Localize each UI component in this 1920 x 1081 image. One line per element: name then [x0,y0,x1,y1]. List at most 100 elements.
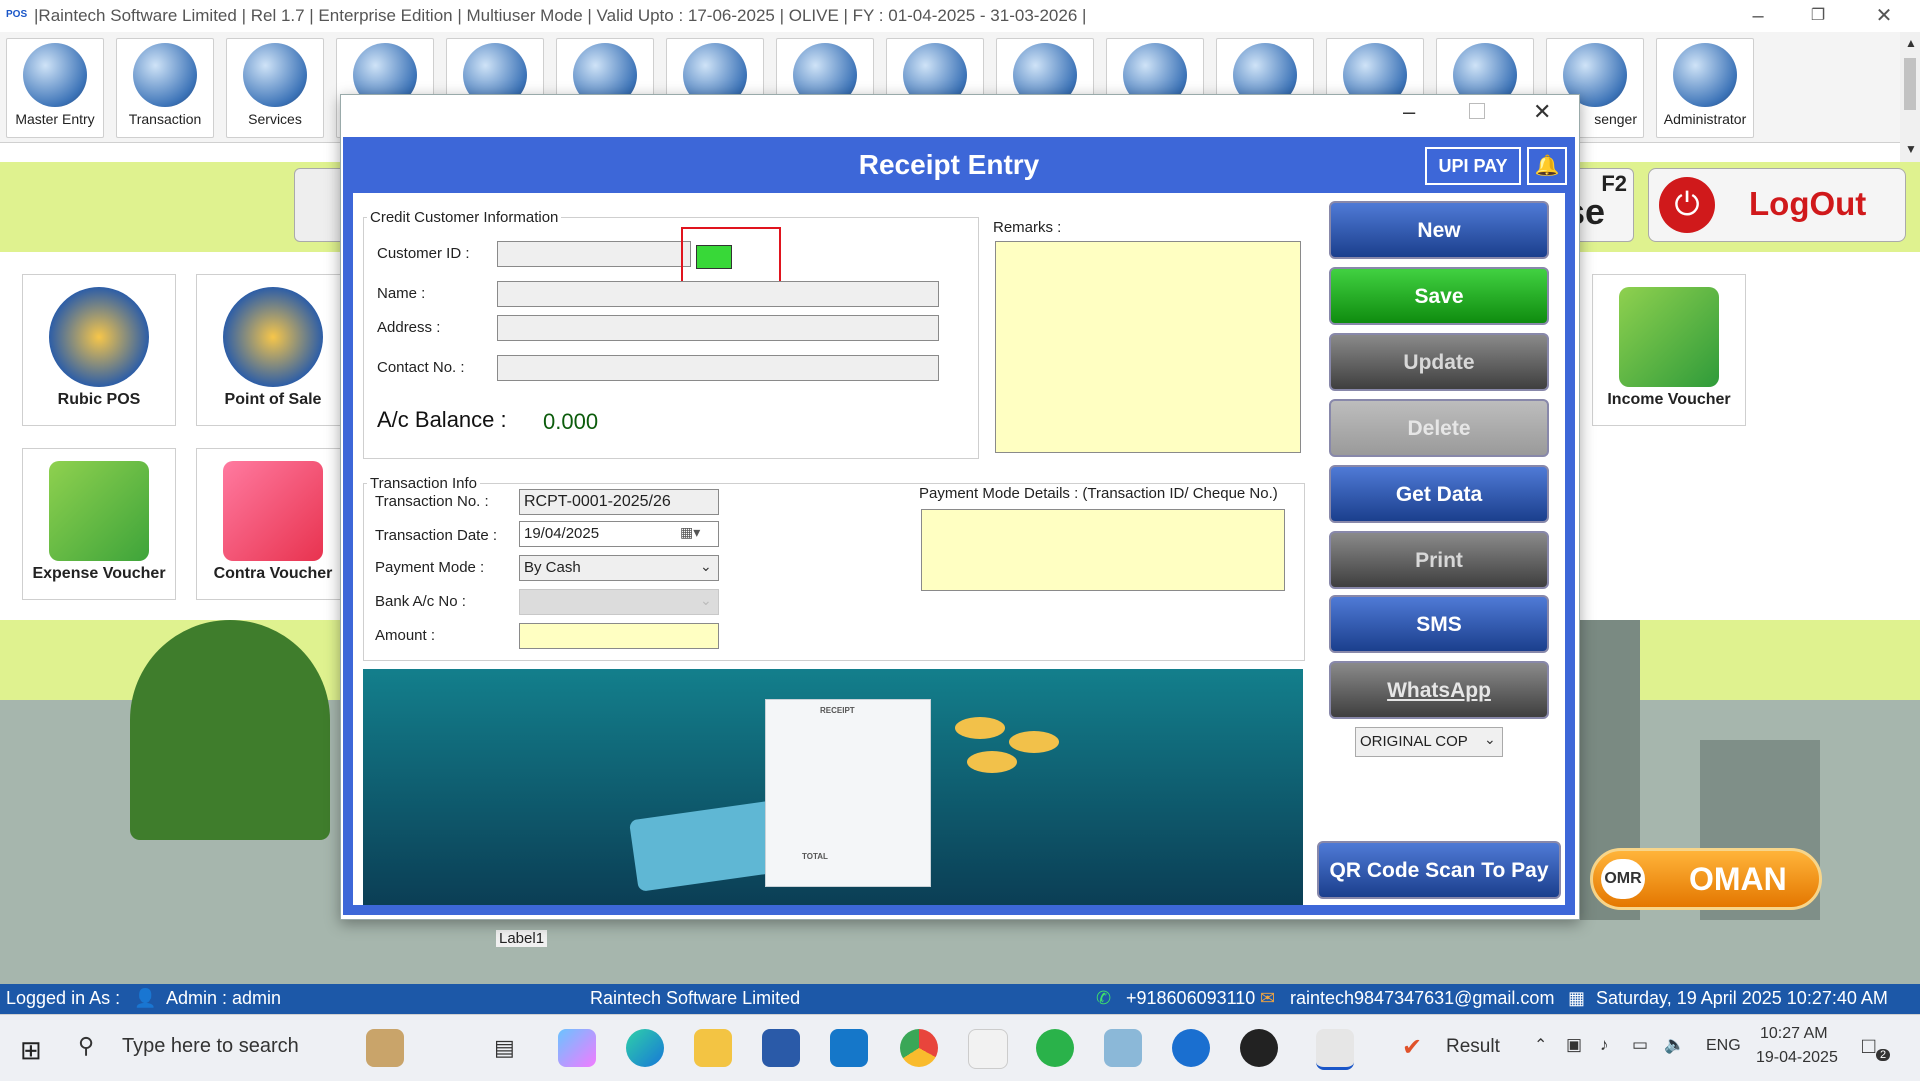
customer-id-input[interactable] [497,241,691,267]
scrollbar-thumb[interactable] [1904,58,1916,110]
chevron-up-icon[interactable]: ⌃ [1534,1035,1547,1055]
minimize-icon[interactable]: – [1736,2,1780,30]
qr-scan-pay-button[interactable]: QR Code Scan To Pay [1317,841,1561,899]
transaction-no-input[interactable]: RCPT-0001-2025/26 [519,489,719,515]
contact-email: raintech9847347631@gmail.com [1290,988,1555,1008]
toolbar-label: Master Entry [15,111,95,127]
company-name: Raintech Software Limited [590,988,801,1008]
scroll-down-icon[interactable]: ▼ [1905,142,1917,156]
logged-in-user: Admin : admin [166,988,282,1008]
toolbar-master-entry[interactable]: Master Entry [6,38,104,138]
contact-label: Contact No. : [377,359,465,376]
network-icon[interactable]: ▣ [1566,1035,1582,1055]
clock-time[interactable]: 10:27 AM [1760,1025,1828,1043]
bell-icon[interactable]: 🔔 [1527,147,1567,185]
tile-expense-voucher[interactable]: Expense Voucher [22,448,176,600]
coin-icon [967,751,1017,773]
microsoft-store-icon[interactable] [762,1029,800,1067]
volume-icon[interactable]: 🔈 [1664,1035,1685,1055]
windows-taskbar: ⊞ ⚲ Type here to search ▤ ✔ Result ⌃ ▣ ♪… [0,1014,1920,1081]
copy-type-value: ORIGINAL COP [1360,733,1468,750]
delete-button[interactable]: Delete [1329,399,1549,457]
cart-icon [49,287,149,387]
balance-label: A/c Balance : [377,407,507,432]
language-indicator[interactable]: ENG [1706,1037,1741,1055]
chrome-icon[interactable] [900,1029,938,1067]
name-input[interactable] [497,281,939,307]
taskbar-search-input[interactable]: Type here to search [122,1035,299,1058]
notepad-icon[interactable] [1104,1029,1142,1067]
ticket-icon [223,461,323,561]
discount-tag-icon [1619,287,1719,387]
label1: Label1 [496,930,548,947]
toolbar-transaction[interactable]: Transaction [116,38,214,138]
update-button[interactable]: Update [1329,333,1549,391]
dialog-minimize-icon[interactable]: – [1403,99,1415,125]
tile-label: Point of Sale [224,391,322,408]
outlook-icon[interactable] [830,1029,868,1067]
coin-icon [955,717,1005,739]
file-explorer-icon[interactable] [694,1029,732,1067]
currency-badge[interactable]: OMR OMAN [1590,848,1822,910]
new-button[interactable]: New [1329,201,1549,259]
notification-count: 2 [1876,1049,1891,1061]
tile-rubic-pos[interactable]: Rubic POS [22,274,176,426]
transaction-date-picker[interactable]: 19/04/2025 ▦▾ [519,521,719,547]
sms-button[interactable]: SMS [1329,595,1549,653]
task-view-icon[interactable]: ▤ [494,1035,515,1061]
dialog-close-icon[interactable]: ✕ [1533,99,1551,125]
windows-start-icon[interactable]: ⊞ [20,1035,42,1066]
tile-point-of-sale[interactable]: Point of Sale [196,274,350,426]
edge-browser-icon[interactable] [626,1029,664,1067]
chevron-down-icon: ⌄ [700,592,712,608]
transaction-date-label: Transaction Date : [375,527,497,544]
logout-button[interactable]: ⏻ LogOut [1648,168,1906,242]
remarks-label: Remarks : [993,219,1062,236]
microphone-icon[interactable]: ♪ [1600,1035,1609,1055]
snipping-tool-icon[interactable] [968,1029,1008,1069]
remarks-textarea[interactable] [995,241,1301,453]
tile-income-voucher[interactable]: Income Voucher [1592,274,1746,426]
print-button[interactable]: Print [1329,531,1549,589]
payment-details-label: Payment Mode Details : (Transaction ID/ … [919,485,1278,502]
teamviewer-icon[interactable] [1172,1029,1210,1067]
whatsapp-app-icon[interactable] [1036,1029,1074,1067]
dialog-title-bar: – ✕ [341,95,1579,135]
raintech-app-icon[interactable] [1316,1029,1354,1070]
whatsapp-button[interactable]: WhatsApp [1329,661,1549,719]
status-datetime: Saturday, 19 April 2025 10:27:40 AM [1596,988,1888,1008]
total-word: TOTAL [802,852,828,861]
bank-select[interactable]: ⌄ [519,589,719,615]
get-data-button[interactable]: Get Data [1329,465,1549,523]
recorder-icon[interactable] [1240,1029,1278,1067]
clock-date[interactable]: 19-04-2025 [1756,1049,1838,1067]
copy-type-select[interactable]: ORIGINAL COP ⌄ [1355,727,1503,757]
whatsapp-icon: ✆ [1096,988,1112,1008]
payment-mode-select[interactable]: By Cash ⌄ [519,555,719,581]
currency-code: OMR [1601,859,1645,899]
contact-input[interactable] [497,355,939,381]
result-label[interactable]: Result [1446,1036,1500,1058]
save-button[interactable]: Save [1329,267,1549,325]
toolbar-administrator[interactable]: Administrator [1656,38,1754,138]
amount-input[interactable] [519,623,719,649]
toolbar-scrollbar[interactable]: ▲ ▼ [1900,32,1920,162]
payment-details-input[interactable] [921,509,1285,591]
copilot-icon[interactable] [558,1029,596,1067]
f2-label: F2 [1601,171,1627,196]
chevron-down-icon: ⌄ [1484,731,1496,747]
notification-icon[interactable]: □ [1862,1033,1875,1059]
restore-icon[interactable]: ❐ [1796,2,1840,30]
toolbar-services[interactable]: Services [226,38,324,138]
toolbar-label: Services [248,111,302,127]
administrator-icon [1673,43,1737,107]
search-icon[interactable]: ⚲ [78,1033,94,1059]
close-icon[interactable]: ✕ [1862,2,1906,30]
address-input[interactable] [497,315,939,341]
app-logo: POS [6,9,28,20]
scroll-up-icon[interactable]: ▲ [1905,36,1917,50]
display-icon[interactable]: ▭ [1632,1035,1648,1055]
upi-pay-button[interactable]: UPI PAY [1425,147,1521,185]
calendar-icon[interactable]: ▦▾ [680,524,700,541]
tile-contra-voucher[interactable]: Contra Voucher [196,448,350,600]
